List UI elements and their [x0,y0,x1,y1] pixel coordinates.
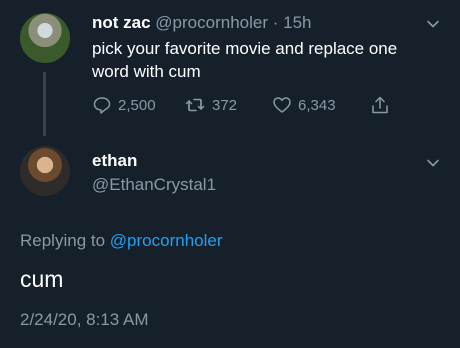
parent-display-name[interactable]: not zac [92,13,151,32]
reply-timestamp[interactable]: 2/24/20, 8:13 AM [20,310,149,330]
parent-tweet-header: not zac @procornholer · 15h [92,13,312,33]
parent-time[interactable]: 15h [283,13,311,32]
chevron-down-icon[interactable] [426,17,440,31]
replying-to-line: Replying to @procornholer [20,231,223,251]
reply-display-name[interactable]: ethan [92,151,137,171]
parent-tweet-actions: 2,500 372 6,343 [92,95,412,115]
replying-to-prefix: Replying to [20,231,106,250]
parent-time-separator: · [272,13,279,32]
chevron-down-icon[interactable] [426,156,440,170]
share-icon [372,96,388,114]
like-action[interactable]: 6,343 [272,95,336,115]
reply-tweet-text: cum [20,266,64,292]
reply-icon [93,97,111,114]
like-count: 6,343 [298,96,336,114]
retweet-action[interactable]: 372 [184,95,237,115]
reply-handle[interactable]: @EthanCrystal1 [92,175,216,195]
reply-action[interactable]: 2,500 [92,95,156,115]
parent-handle[interactable]: @procornholer [155,13,268,32]
heart-icon [273,97,291,113]
share-action[interactable] [370,95,390,115]
avatar-ethan[interactable] [20,146,70,196]
retweet-count: 372 [212,96,238,114]
thread-connector-line [43,72,46,136]
reply-count: 2,500 [118,96,156,114]
replying-to-link[interactable]: @procornholer [110,231,223,250]
retweet-icon [185,98,205,112]
avatar-not-zac[interactable] [20,13,70,63]
parent-tweet-text: pick your favorite movie and replace one… [92,39,398,81]
